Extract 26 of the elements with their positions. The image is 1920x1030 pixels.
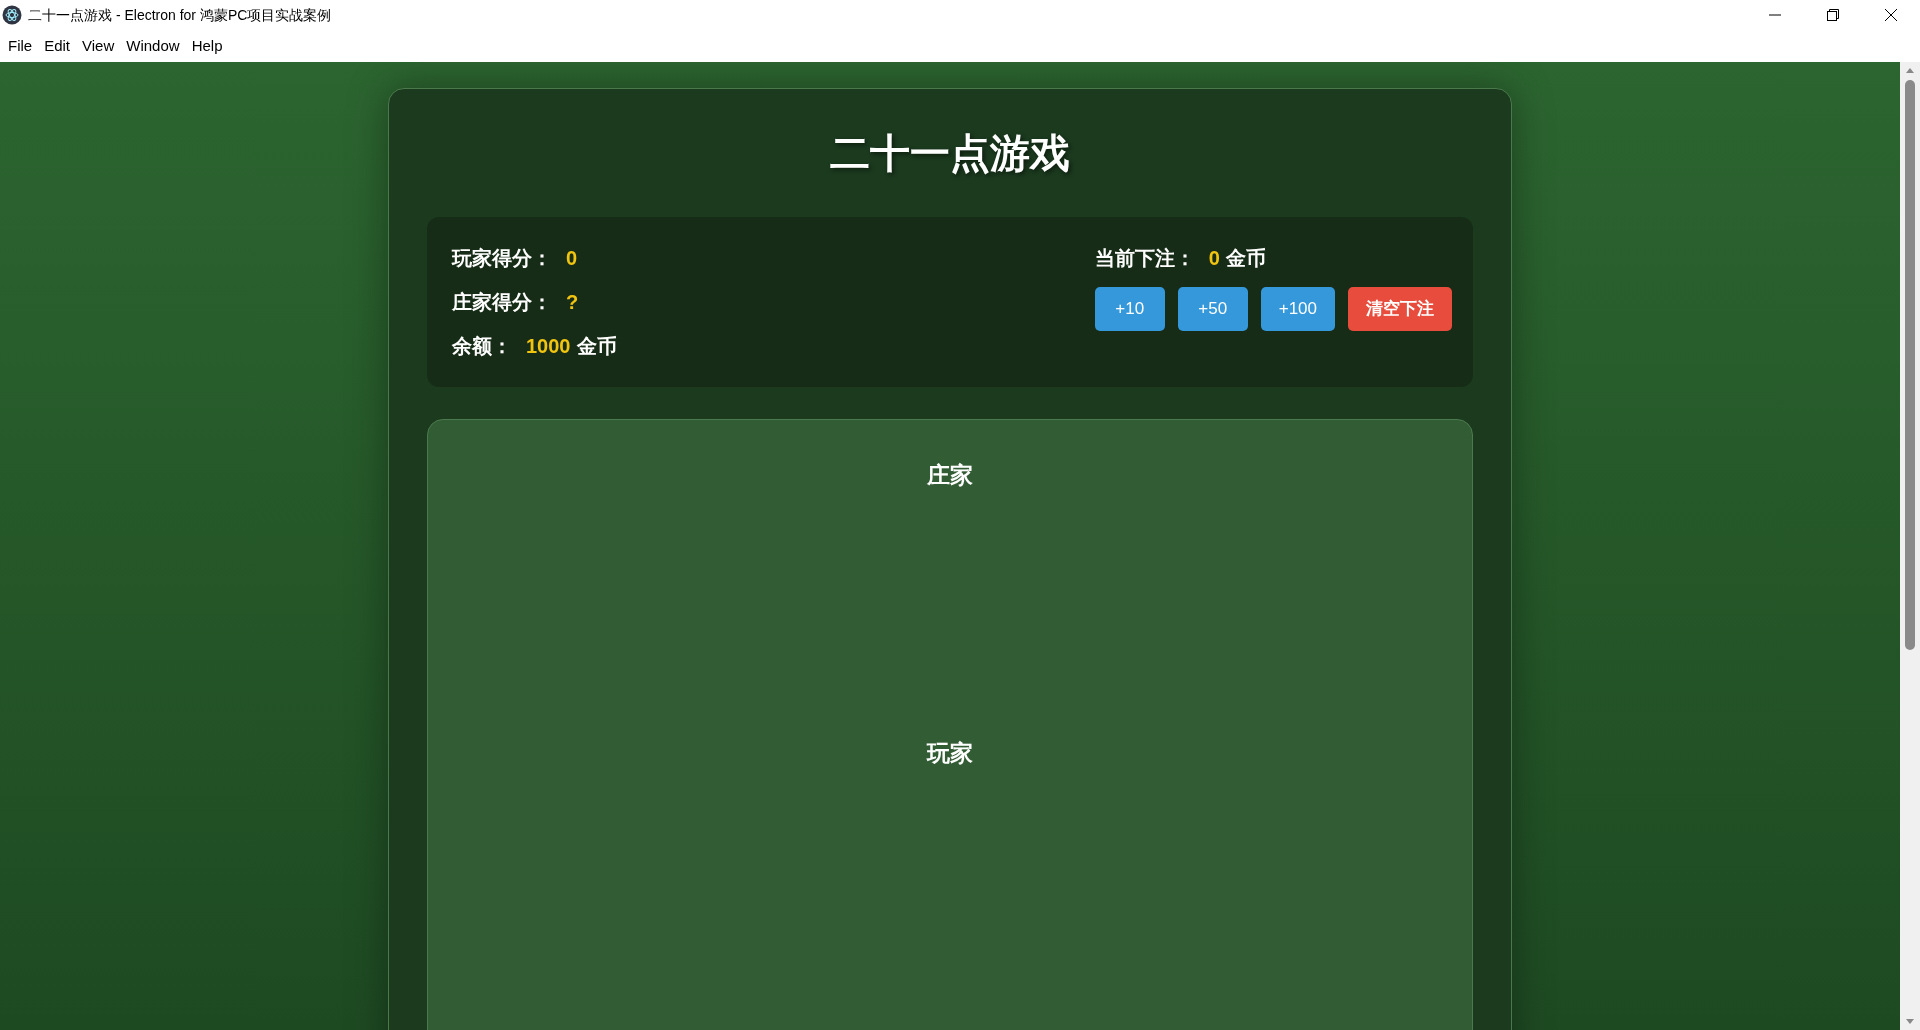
menu-item[interactable]: Window — [120, 34, 186, 58]
hand-title: 玩家 — [927, 739, 973, 768]
clear-bet-button[interactable]: 清空下注 — [1348, 287, 1452, 331]
hand-title: 庄家 — [927, 461, 973, 490]
game-title: 二十一点游戏 — [830, 130, 1070, 177]
stat-value: 0 — [566, 246, 578, 271]
app-icon — [2, 5, 22, 25]
stat-unit: 金币 — [576, 334, 617, 359]
window-title: 二十一点游戏 - Electron for 鸿蒙PC项目实战案例 — [28, 5, 332, 25]
stat-label: 玩家得分： — [452, 246, 552, 271]
close-icon — [1885, 9, 1897, 21]
stat-label: 余额： — [452, 334, 512, 359]
stat-value: 1000 — [526, 334, 571, 359]
scroll-down-icon[interactable] — [1905, 1018, 1915, 1026]
stat-value: ? — [566, 290, 579, 315]
bet-label: 当前下注： — [1094, 246, 1195, 271]
scroll-up-icon[interactable] — [1905, 66, 1915, 74]
menu-item[interactable]: View — [76, 34, 121, 58]
stat-label: 庄家得分： — [452, 290, 552, 315]
menu-item[interactable]: File — [2, 34, 39, 58]
scrollbar[interactable] — [1900, 62, 1920, 1030]
menu-item[interactable]: Help — [185, 34, 229, 58]
bet-unit: 金币 — [1225, 246, 1266, 271]
restore-icon — [1827, 9, 1839, 21]
bet-value: 0 — [1208, 246, 1220, 271]
menu-item[interactable]: Edit — [38, 34, 77, 58]
